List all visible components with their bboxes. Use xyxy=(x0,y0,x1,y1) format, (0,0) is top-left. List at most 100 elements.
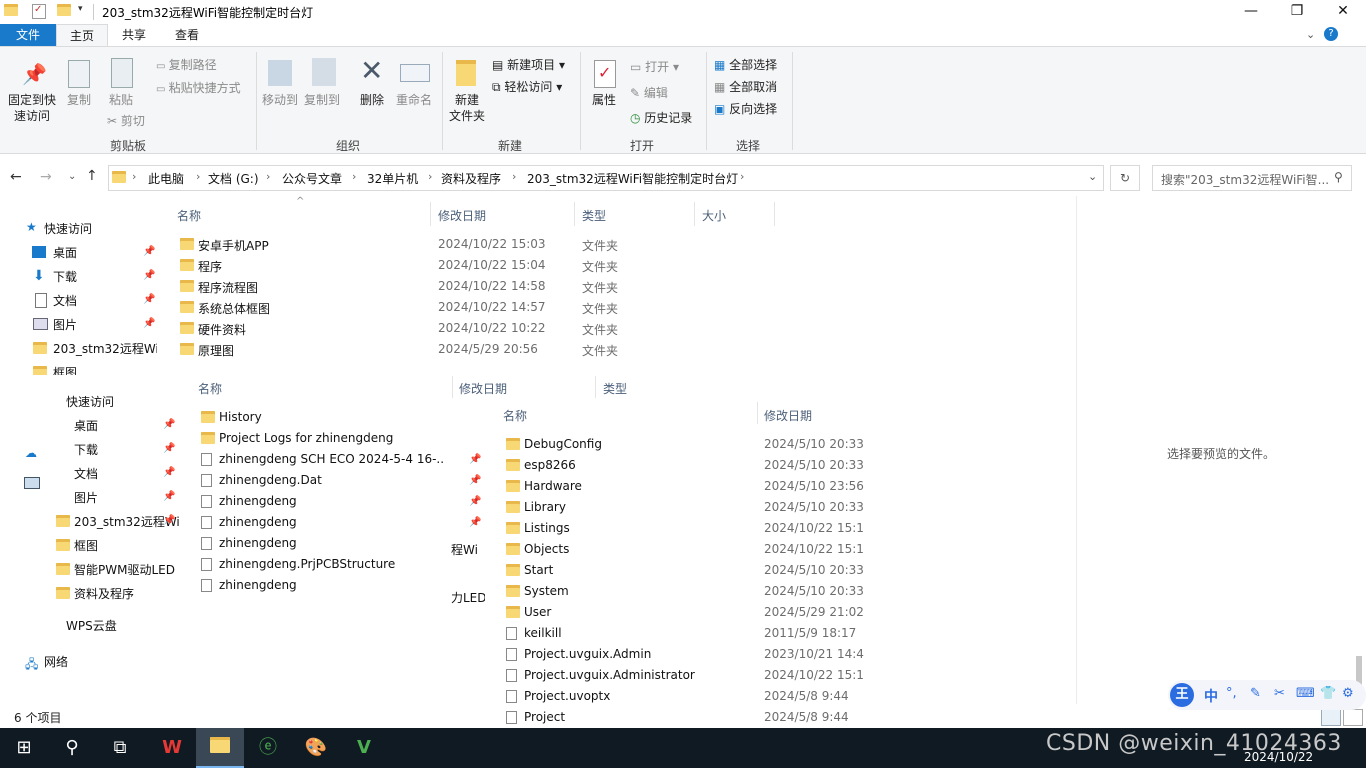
column-type[interactable]: 类型 xyxy=(582,207,606,224)
ime-logo-icon[interactable]: 王 xyxy=(1170,683,1194,707)
delete-button[interactable]: 删除 xyxy=(354,92,390,108)
browser-icon[interactable]: ⓔ xyxy=(244,728,292,768)
shirt-icon[interactable]: 👕 xyxy=(1320,686,1336,701)
search-icon[interactable]: ⚲ xyxy=(48,728,96,768)
nav-network[interactable]: 网络 xyxy=(44,653,68,670)
file-name[interactable]: 原理图 xyxy=(198,342,234,359)
nav-quick-access[interactable]: 快速访问 xyxy=(44,220,92,237)
file-name[interactable]: Objects xyxy=(524,542,569,556)
keyboard-icon[interactable]: ⌨ xyxy=(1296,686,1315,701)
paint-icon[interactable]: 🎨 xyxy=(292,728,340,768)
column-name[interactable]: 名称 xyxy=(503,407,527,424)
copy-to-button[interactable]: 复制到 xyxy=(302,92,342,108)
nav-pictures[interactable]: 图片 xyxy=(53,316,77,333)
column-name[interactable]: 名称 xyxy=(177,207,201,224)
file-name[interactable]: Project Logs for zhinengdeng xyxy=(219,431,444,445)
nav-downloads[interactable]: 下载 xyxy=(53,268,77,285)
wps-icon[interactable]: W xyxy=(148,728,196,768)
properties-button[interactable]: 属性 xyxy=(586,92,622,108)
refresh-icon[interactable]: ↻ xyxy=(1110,165,1140,191)
history-button[interactable]: ◷ 历史记录 xyxy=(630,109,692,126)
copy-button[interactable]: 复制 xyxy=(62,92,96,108)
file-name[interactable]: 程序 xyxy=(198,258,222,275)
select-all-button[interactable]: ▦ 全部选择 xyxy=(714,56,777,73)
back-icon[interactable]: ← xyxy=(10,169,22,185)
tab-share[interactable]: 共享 xyxy=(112,24,156,46)
tab-file[interactable]: 文件 xyxy=(0,24,56,46)
easy-access-button[interactable]: ⧉ 轻松访问 ▾ xyxy=(492,78,562,95)
column-modified[interactable]: 修改日期 xyxy=(438,207,486,224)
details-view-icon[interactable] xyxy=(1321,709,1341,726)
file-name[interactable]: User xyxy=(524,605,551,619)
up-icon[interactable]: ↑ xyxy=(86,168,98,184)
overlay1-nav-item[interactable]: 快速访问 xyxy=(66,393,180,410)
help-icon[interactable]: ? xyxy=(1324,27,1338,41)
file-name[interactable]: zhinengdeng xyxy=(219,494,444,508)
overlay1-nav-item[interactable]: 智能PWM驱动LED xyxy=(74,561,180,578)
new-item-button[interactable]: ▤ 新建项目 ▾ xyxy=(492,56,565,73)
file-name[interactable]: esp8266 xyxy=(524,458,576,472)
file-name[interactable]: Library xyxy=(524,500,566,514)
pen-icon[interactable]: ✎ xyxy=(1250,686,1261,701)
overlay1-nav-item[interactable]: WPS云盘 xyxy=(66,617,180,634)
pin-to-quick-access-button[interactable]: 固定到快 速访问 xyxy=(4,92,60,124)
file-name[interactable]: DebugConfig xyxy=(524,437,602,451)
move-to-button[interactable]: 移动到 xyxy=(260,92,300,108)
nav-project-folder[interactable]: 203_stm32远程WiFi xyxy=(53,340,157,357)
overlay1-nav-item[interactable]: 框图 xyxy=(74,537,180,554)
file-explorer-icon[interactable] xyxy=(196,728,244,768)
maximize-button[interactable]: ❐ xyxy=(1274,0,1320,24)
file-name[interactable]: keilkill xyxy=(524,626,562,640)
file-name[interactable]: zhinengdeng xyxy=(219,536,444,550)
keil-icon[interactable]: V xyxy=(340,728,388,768)
breadcrumb-articles[interactable]: 公众号文章 xyxy=(282,170,342,187)
nav-documents[interactable]: 文档 xyxy=(53,292,77,309)
file-name[interactable]: zhinengdeng.PrjPCBStructure xyxy=(219,557,444,571)
paste-button[interactable]: 粘贴 xyxy=(104,92,138,108)
start-icon[interactable]: ⊞ xyxy=(0,728,48,768)
large-icons-view-icon[interactable] xyxy=(1343,709,1363,726)
file-name[interactable]: 程序流程图 xyxy=(198,279,258,296)
file-name[interactable]: zhinengdeng.Dat xyxy=(219,473,444,487)
open-button[interactable]: ▭ 打开 ▾ xyxy=(630,58,679,75)
file-name[interactable]: 硬件资料 xyxy=(198,321,246,338)
column-modified[interactable]: 修改日期 xyxy=(764,407,812,424)
file-name[interactable]: zhinengdeng SCH ECO 2024-5-4 16-... xyxy=(219,452,444,466)
properties-quick-icon[interactable]: ✓ xyxy=(32,4,46,19)
column-modified[interactable]: 修改日期 xyxy=(459,380,507,397)
file-name[interactable]: Start xyxy=(524,563,553,577)
ime-mode[interactable]: 中 xyxy=(1204,686,1218,706)
file-name[interactable]: Hardware xyxy=(524,479,582,493)
minimize-button[interactable]: — xyxy=(1228,0,1274,24)
cut-button[interactable]: ✂ 剪切 xyxy=(107,112,145,129)
file-name[interactable]: zhinengdeng xyxy=(219,578,444,592)
customize-toolbar-icon[interactable]: ▾ xyxy=(78,4,83,14)
file-name[interactable]: 安卓手机APP xyxy=(198,237,269,254)
tab-home[interactable]: 主页 xyxy=(56,24,108,46)
breadcrumb-this-pc[interactable]: 此电脑 xyxy=(148,170,184,187)
task-view-icon[interactable]: ⧉ xyxy=(96,728,144,768)
address-dropdown-icon[interactable]: ⌄ xyxy=(1088,170,1097,183)
breadcrumb-materials[interactable]: 资料及程序 xyxy=(441,170,501,187)
settings-icon[interactable]: ⚙ xyxy=(1342,686,1354,701)
tab-view[interactable]: 查看 xyxy=(164,24,210,46)
breadcrumb-mcu[interactable]: 32单片机 xyxy=(367,170,418,187)
rename-button[interactable]: 重命名 xyxy=(394,92,434,108)
new-folder-quick-icon[interactable] xyxy=(57,4,71,18)
invert-selection-button[interactable]: ▣ 反向选择 xyxy=(714,100,777,117)
file-name[interactable]: zhinengdeng xyxy=(219,515,444,529)
punctuation-icon[interactable]: °, xyxy=(1226,686,1237,701)
recent-locations-icon[interactable]: ⌄ xyxy=(68,171,76,182)
file-name[interactable]: System xyxy=(524,584,569,598)
overlay1-nav-item[interactable]: 资料及程序 xyxy=(74,585,180,602)
close-button[interactable]: ✕ xyxy=(1320,0,1366,24)
file-name[interactable]: Project.uvoptx xyxy=(524,689,610,703)
breadcrumb-project[interactable]: 203_stm32远程WiFi智能控制定时台灯 xyxy=(527,170,738,187)
paste-shortcut-button[interactable]: ▭ 粘贴快捷方式 xyxy=(156,79,241,96)
scissors-icon[interactable]: ✂ xyxy=(1274,686,1285,701)
copy-path-button[interactable]: ▭ 复制路径 xyxy=(156,56,217,73)
file-name[interactable]: Project xyxy=(524,710,565,724)
column-type[interactable]: 类型 xyxy=(603,380,627,397)
breadcrumb-drive[interactable]: 文档 (G:) xyxy=(208,170,259,187)
column-name[interactable]: 名称 xyxy=(198,380,222,397)
